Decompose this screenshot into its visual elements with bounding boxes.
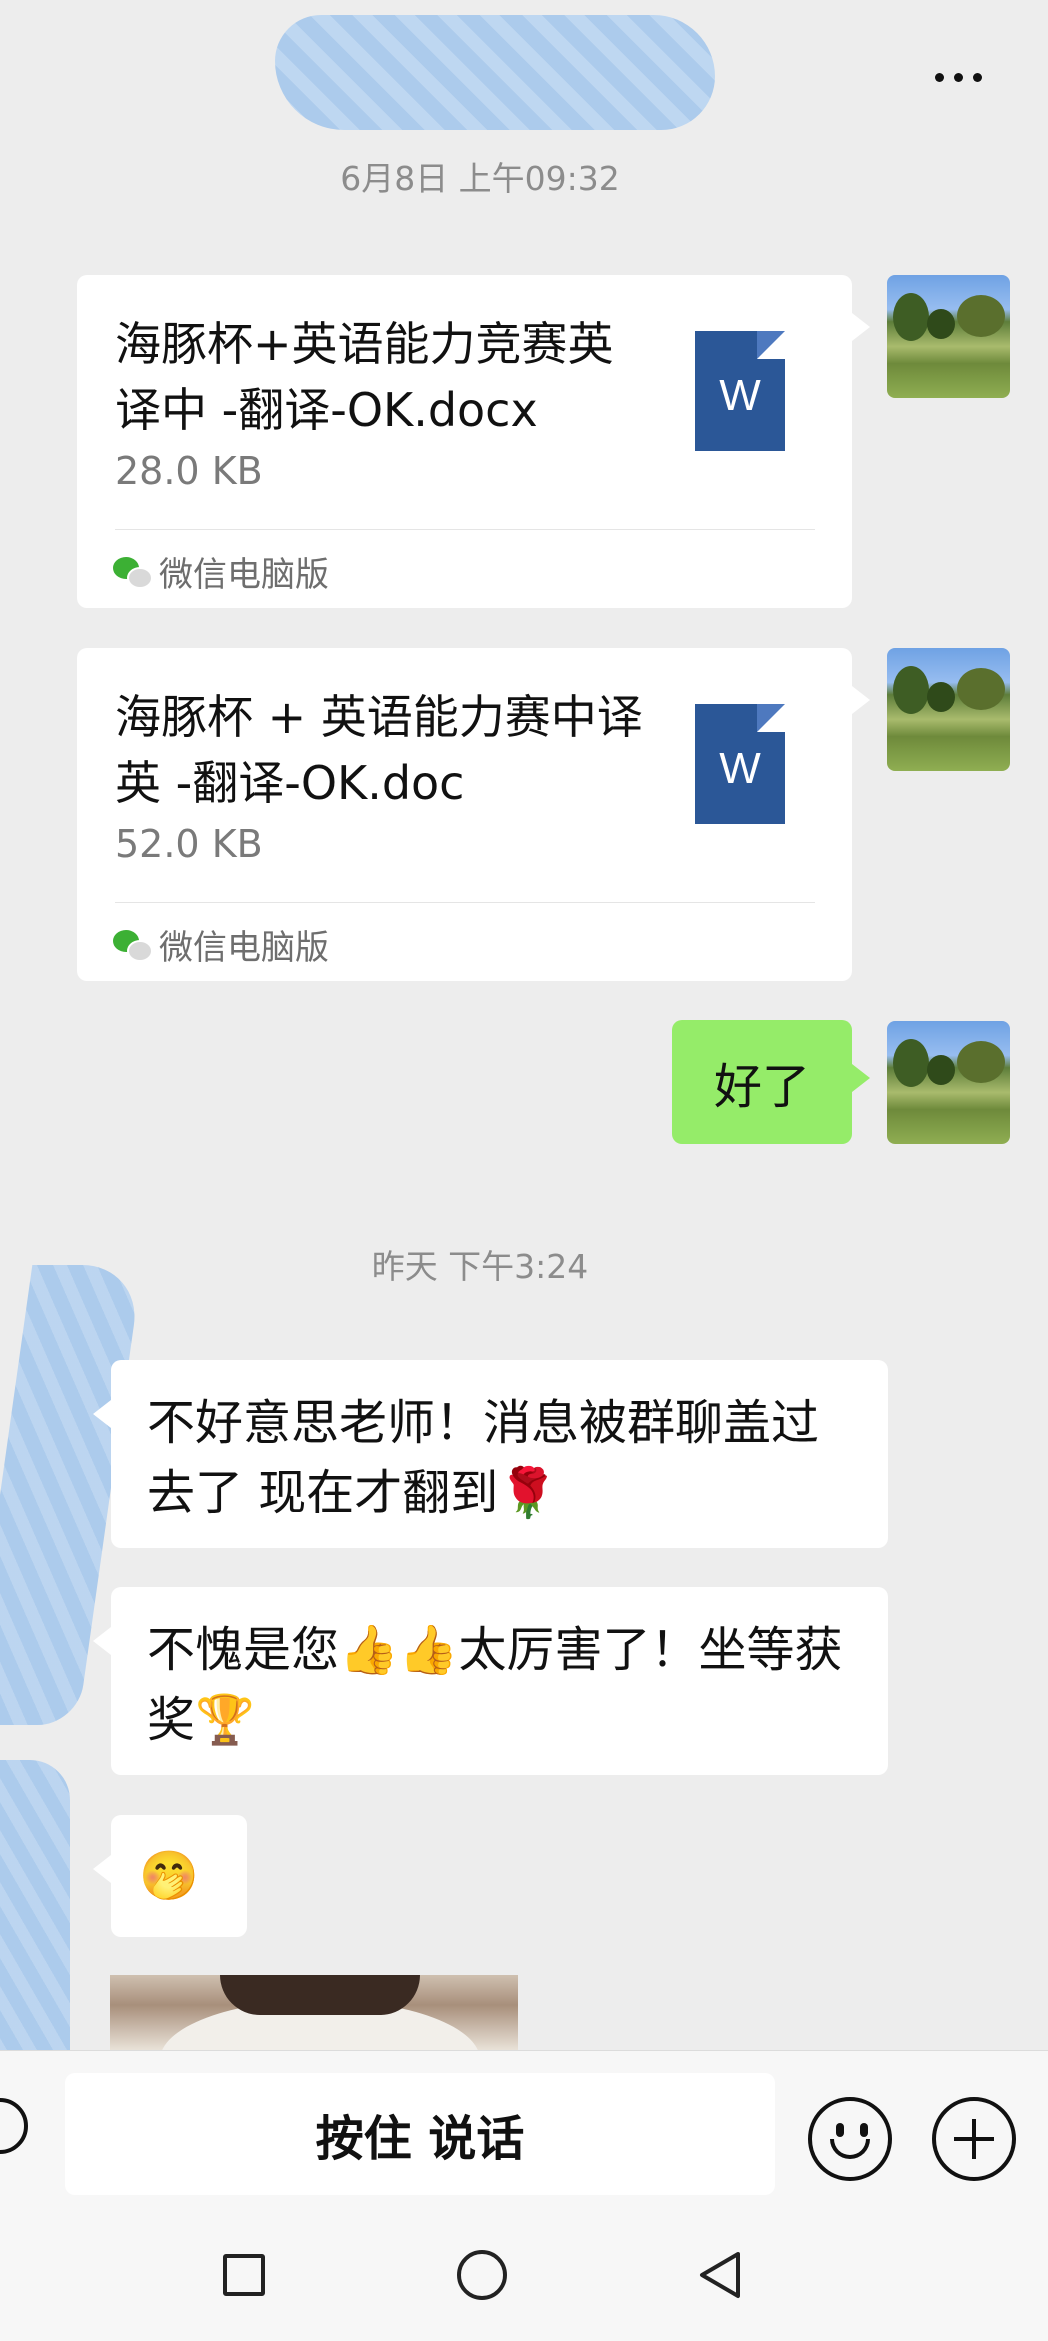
system-nav-bar (0, 2210, 1048, 2341)
received-text-bubble[interactable]: 不愧是您👍👍太厉害了！坐等获奖🏆 (93, 1587, 888, 1775)
source-label: 微信电脑版 (159, 928, 329, 968)
word-file-icon: W (695, 331, 785, 451)
file-source: 微信电脑版 (113, 547, 329, 596)
received-text-bubble[interactable]: 不好意思老师！消息被群聊盖过去了 现在才翻到🌹 (93, 1360, 888, 1548)
timestamp: 6月8日 上午09:32 (340, 159, 620, 198)
back-icon[interactable] (694, 2250, 744, 2300)
my-avatar[interactable] (887, 1021, 1010, 1144)
emoji-icon[interactable] (808, 2097, 892, 2181)
input-bar: 按住 说话 (0, 2050, 1048, 2211)
recent-apps-icon[interactable] (223, 2254, 265, 2296)
file-source: 微信电脑版 (113, 920, 329, 969)
hold-to-talk-button[interactable]: 按住 说话 (65, 2073, 775, 2195)
timestamp: 昨天 下午3:24 (371, 1247, 589, 1286)
file-message[interactable]: 海豚杯+英语能力竞赛英译中 -翻译-OK.docx 28.0 KB W 微信电脑… (77, 275, 870, 608)
chat-header (0, 0, 1048, 150)
file-message[interactable]: 海豚杯 + 英语能力赛中译英 -翻译-OK.doc 52.0 KB W 微信电脑… (77, 648, 870, 981)
wechat-icon (113, 556, 153, 589)
file-size: 28.0 KB (115, 449, 263, 493)
keyboard-icon[interactable] (0, 2098, 28, 2154)
divider (115, 902, 815, 903)
home-icon[interactable] (457, 2250, 507, 2300)
my-avatar[interactable] (887, 275, 1010, 398)
redacted-avatar (0, 1760, 70, 2090)
plus-icon[interactable] (932, 2097, 1016, 2181)
source-label: 微信电脑版 (159, 555, 329, 595)
file-name: 海豚杯+英语能力竞赛英译中 -翻译-OK.docx (115, 317, 614, 437)
received-emoji-bubble[interactable]: 🤭 (93, 1815, 247, 1937)
file-size: 52.0 KB (115, 822, 263, 866)
divider (115, 529, 815, 530)
file-name: 海豚杯 + 英语能力赛中译英 -翻译-OK.doc (115, 690, 643, 810)
word-file-icon: W (695, 704, 785, 824)
more-icon[interactable] (928, 62, 988, 92)
wechat-icon (113, 929, 153, 962)
received-image[interactable] (110, 1975, 518, 2050)
redacted-chat-title (275, 15, 715, 130)
my-avatar[interactable] (887, 648, 1010, 771)
sent-text-bubble[interactable]: 好了 (672, 1020, 870, 1144)
